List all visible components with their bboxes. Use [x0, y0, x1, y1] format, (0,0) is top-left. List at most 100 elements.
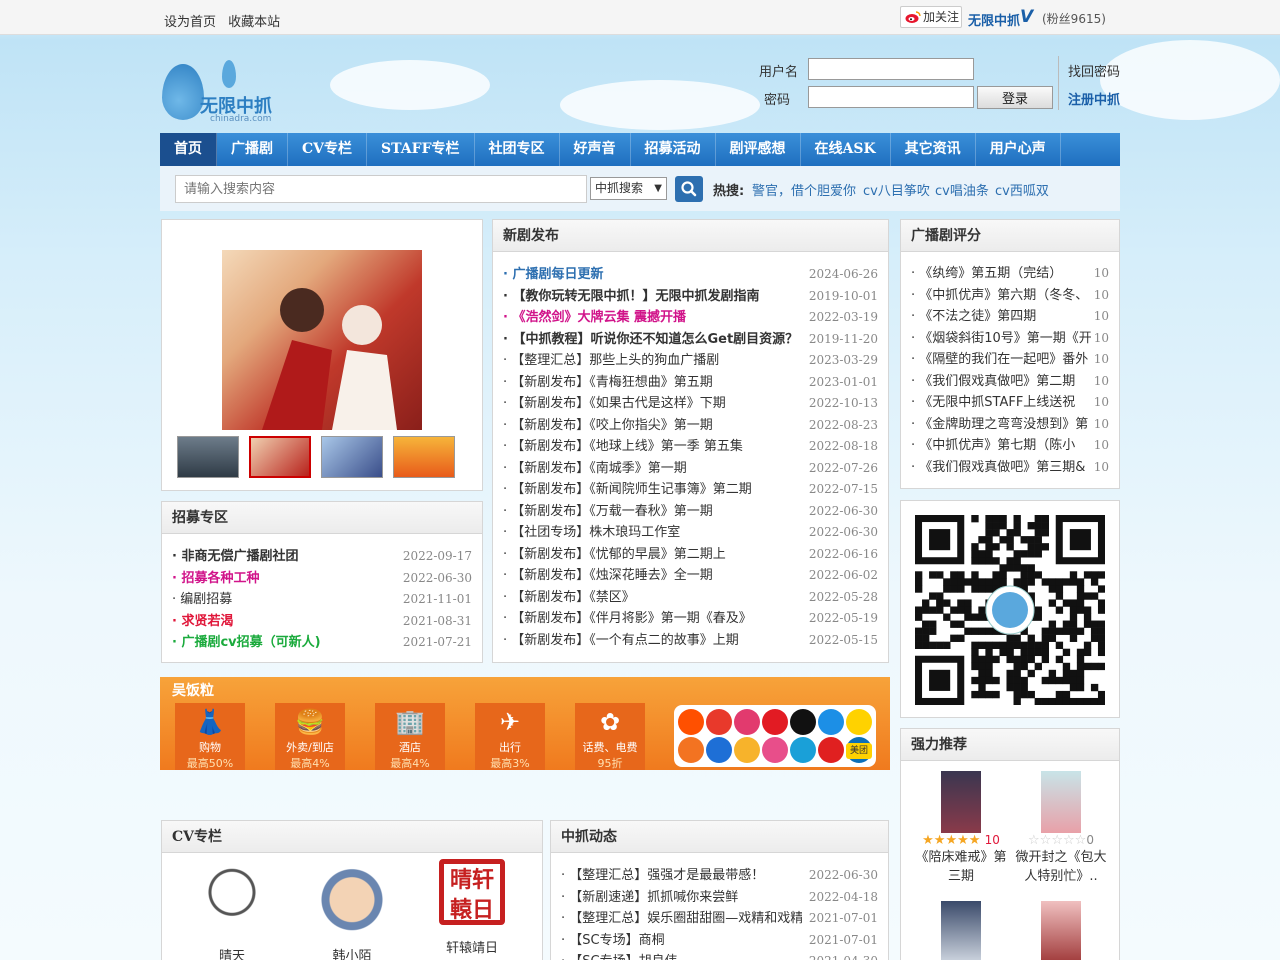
rating-item[interactable]: · 《我们假戏真做吧》第三期& 10 — [911, 457, 1109, 478]
list-item[interactable]: · 非商无偿广播剧社团 2022-09-17 — [172, 546, 472, 567]
password-input[interactable] — [808, 86, 974, 108]
ad-category[interactable]: 🏢 酒店 最高4% — [375, 703, 445, 770]
rating-stars: ☆☆☆☆☆0 — [1028, 833, 1094, 848]
list-item[interactable]: · 【整理汇总】娱乐圈甜甜圈—戏精和戏精 2021-07-01 — [561, 908, 878, 929]
logo-url: chinadra.com — [210, 114, 272, 124]
username-input[interactable] — [808, 58, 974, 80]
hot-search-item[interactable]: cv西呱双 — [995, 180, 1049, 199]
list-item-title: · 【新剧发布】《新闻院师生记事簿》第二期 — [503, 482, 752, 497]
elong-icon — [706, 737, 732, 763]
list-item[interactable]: · 【社团专场】株木琅玛工作室 2022-06-30 — [503, 522, 878, 543]
ad-category[interactable]: ✿ 话费、电费 95折 — [575, 703, 645, 770]
rating-item[interactable]: · 《中抓优声》第六期（冬冬、 10 — [911, 285, 1109, 306]
nav-item[interactable]: CV专栏 — [288, 133, 368, 166]
nav-item[interactable]: 用户心声 — [976, 133, 1061, 166]
rating-item[interactable]: · 《我们假戏真做吧》第二期 10 — [911, 371, 1109, 392]
list-item[interactable]: · 广播剧每日更新 2024-06-26 — [503, 264, 878, 285]
list-item-date: 2019-10-01 — [808, 288, 878, 303]
list-item[interactable]: · 【新剧发布】《万载一春秋》第一期 2022-06-30 — [503, 501, 878, 522]
recommend-title: 强力推荐 — [901, 729, 1119, 761]
search-input[interactable] — [175, 175, 587, 203]
cv-item[interactable]: 韩小陌 — [302, 859, 402, 960]
rating-item[interactable]: · 《隔壁的我们在一起吧》番外 10 — [911, 349, 1109, 370]
login-button[interactable]: 登录 — [977, 86, 1053, 109]
ad-category[interactable]: ✈ 出行 最高3% — [475, 703, 545, 770]
set-home-link[interactable]: 设为首页 — [164, 15, 216, 30]
nav-item[interactable]: 好声音 — [560, 133, 631, 166]
list-item[interactable]: · 【新剧发布】《伴月将影》第一期《春及》 2022-05-19 — [503, 608, 878, 629]
hot-search-item[interactable]: 警官，借个胆爱你 — [752, 180, 856, 199]
logo-small-drop-icon — [222, 60, 236, 88]
cv-item[interactable]: 晴轩轅日 轩辕靖日 — [422, 859, 522, 956]
slide-thumbnail[interactable] — [393, 436, 455, 478]
list-item[interactable]: · 【SC专场】胡良伟 2021-04-30 — [561, 951, 878, 960]
ad-category[interactable]: 👗 购物 最高50% — [175, 703, 245, 770]
list-item[interactable]: · 【新剧发布】《忧郁的早晨》第二期上 2022-06-16 — [503, 544, 878, 565]
list-item-title: · 【SC专场】商桐 — [561, 932, 665, 948]
nav-item[interactable]: 广播剧 — [217, 133, 288, 166]
ad-banner[interactable]: 吴饭粒 👗 购物 最高50% 🍔 外卖/到店 最高4% 🏢 酒店 最高4% ✈ 出行 最高3% ✿ 话费、… — [160, 677, 890, 770]
nav-item[interactable]: 招募活动 — [631, 133, 716, 166]
ad-category-icon: 🏢 — [395, 708, 425, 736]
list-item[interactable]: · 【教你玩转无限中抓！】无限中抓发剧指南 2019-10-01 — [503, 286, 878, 307]
list-item[interactable]: · 【整理汇总】强强才是最最带感！ 2022-06-30 — [561, 865, 878, 886]
china-mobile-icon — [790, 737, 816, 763]
list-item[interactable]: · 【新剧发布】《青梅狂想曲》第五期 2023-01-01 — [503, 372, 878, 393]
list-item-date: 2022-05-28 — [808, 589, 878, 604]
weibo-follow-button[interactable]: 加关注 — [900, 6, 962, 28]
forgot-password-link[interactable]: 找回密码 — [1068, 61, 1120, 80]
nav-item[interactable]: 剧评感想 — [716, 133, 801, 166]
nav-item[interactable]: 在线ASK — [801, 133, 891, 166]
slide-thumbnail[interactable] — [177, 436, 239, 478]
list-item[interactable]: · 【中抓教程】听说你还不知道怎么Get剧目资源？ 2019-11-20 — [503, 329, 878, 350]
list-item[interactable]: · 【新剧发布】《新闻院师生记事簿》第二期 2022-07-15 — [503, 479, 878, 500]
list-item[interactable]: · 【整理汇总】那些上头的狗血广播剧 2023-03-29 — [503, 350, 878, 371]
nav-item[interactable]: 首页 — [160, 133, 217, 166]
nav-item[interactable]: 社团专区 — [475, 133, 560, 166]
site-logo[interactable]: 无限中抓 chinadra.com — [162, 44, 282, 126]
rating-item[interactable]: · 《烟袋斜街10号》第一期《开 10 — [911, 328, 1109, 349]
list-item[interactable]: · 招募各种工种 2022-06-30 — [172, 568, 472, 589]
list-item[interactable]: · 【新剧发布】《一个有点二的故事》上期 2022-05-15 — [503, 630, 878, 651]
rating-item[interactable]: · 《无限中抓STAFF上线送祝 10 — [911, 392, 1109, 413]
hot-search-item[interactable]: cv八目筝吹 — [863, 180, 930, 199]
slide-thumbnail[interactable] — [321, 436, 383, 478]
list-item[interactable]: · 求贤若渴 2021-08-31 — [172, 611, 472, 632]
recommend-cover — [941, 771, 981, 833]
slide-image[interactable] — [222, 250, 422, 430]
nav-item[interactable]: STAFF专栏 — [367, 133, 475, 166]
weibo-account-name[interactable]: 无限中抓 — [968, 10, 1020, 29]
register-link[interactable]: 注册中抓 — [1068, 89, 1120, 108]
list-item-title: · 【SC专场】胡良伟 — [561, 951, 802, 960]
rating-item[interactable]: · 《中抓优声》第七期（陈小 10 — [911, 435, 1109, 456]
slide-thumbnail[interactable] — [249, 436, 311, 478]
ad-category-icon: 👗 — [195, 708, 225, 736]
list-item[interactable]: · 编剧招募 2021-11-01 — [172, 589, 472, 610]
list-item[interactable]: · 【新剧速递】抓抓喊你来尝鲜 2022-04-18 — [561, 887, 878, 908]
list-item[interactable]: · 《浩然剑》大牌云集 震撼开播 2022-03-19 — [503, 307, 878, 328]
list-item[interactable]: · 广播剧cv招募（可新人) 2021-07-21 — [172, 632, 472, 653]
list-item[interactable]: · 【新剧发布】《如果古代是这样》下期 2022-10-13 — [503, 393, 878, 414]
list-item[interactable]: · 【SC专场】商桐 2021-07-01 — [561, 930, 878, 951]
search-scope-select[interactable]: 中抓搜索 ▼ — [590, 177, 667, 200]
recommend-cover[interactable] — [941, 901, 981, 960]
rating-item[interactable]: · 《不法之徒》第四期 10 — [911, 306, 1109, 327]
list-item[interactable]: · 【新剧发布】《禁区》 2022-05-28 — [503, 587, 878, 608]
rating-item[interactable]: · 《金牌助理之弯弯没想到》第 10 — [911, 414, 1109, 435]
list-item[interactable]: · 【新剧发布】《咬上你指尖》第一期 2022-08-23 — [503, 415, 878, 436]
cloud-decoration — [330, 60, 490, 110]
rating-item[interactable]: · 《纨绔》第五期（完结） 10 — [911, 263, 1109, 284]
list-item[interactable]: · 【新剧发布】《地球上线》第一季 第五集 2022-08-18 — [503, 436, 878, 457]
bookmark-link[interactable]: 收藏本站 — [228, 15, 280, 30]
weibo-icon — [905, 11, 921, 23]
recommend-item[interactable]: ★★★★★ 10 《陪床难戒》第三期 — [911, 771, 1011, 886]
recommend-cover[interactable] — [1041, 901, 1081, 960]
ad-category[interactable]: 🍔 外卖/到店 最高4% — [275, 703, 345, 770]
list-item[interactable]: · 【新剧发布】《南城季》第一期 2022-07-26 — [503, 458, 878, 479]
cv-item[interactable]: 晴天 — [182, 859, 282, 960]
search-button[interactable] — [675, 176, 703, 202]
recommend-item[interactable]: ☆☆☆☆☆0 微开封之《包大人特别忙》.. — [1011, 771, 1111, 886]
hot-search-item[interactable]: cv唱油条 — [935, 180, 989, 199]
list-item[interactable]: · 【新剧发布】《烛深花睡去》全一期 2022-06-02 — [503, 565, 878, 586]
nav-item[interactable]: 其它资讯 — [891, 133, 976, 166]
